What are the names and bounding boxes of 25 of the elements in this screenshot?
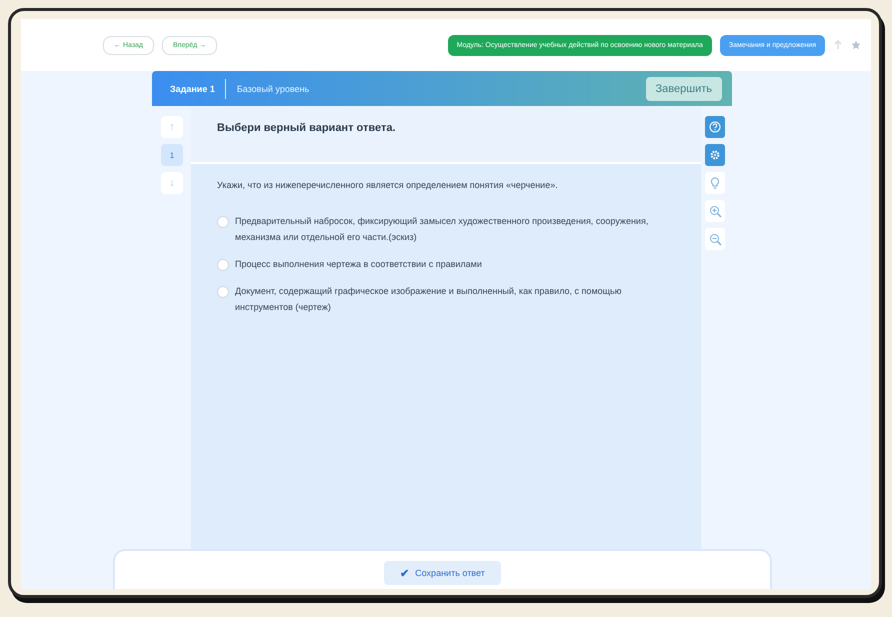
answer-option[interactable]: Процесс выполнения чертежа в соответствии с правилами [235, 256, 482, 272]
tool-button[interactable] [705, 172, 725, 194]
tool-button[interactable] [705, 144, 725, 166]
help-icon [709, 121, 721, 133]
finish-button[interactable]: Завершить [646, 76, 722, 100]
question-number[interactable]: 1 [161, 144, 183, 166]
star-icon[interactable] [851, 40, 861, 50]
zoom-out-icon [708, 232, 722, 246]
answer-option[interactable]: Документ, содержащий графическое изображение и выполненный, как правило, с помощью инструментов (чертеж) [235, 283, 675, 315]
question-prompt: Укажи, что из нижеперечисленного является определением понятия «черчение». [217, 180, 559, 190]
save-answer-button[interactable]: ✔ Сохранить ответ [384, 561, 501, 585]
up-arrow-icon[interactable] [833, 40, 843, 50]
gear-icon [710, 150, 720, 160]
task-number: Задание 1 [170, 78, 226, 98]
radio-button[interactable] [217, 216, 229, 228]
question-title: Выбери верный вариант ответа. [191, 106, 701, 164]
tool-button[interactable] [705, 200, 725, 222]
answer-option[interactable]: Предварительный набросок, фиксирующий замысел художественного произведения, сооружения, механизма или отдельной его части.(эскиз) [235, 213, 675, 245]
radio-button[interactable] [217, 286, 229, 298]
tool-button[interactable] [705, 116, 725, 138]
zoom-in-icon [708, 204, 722, 218]
task-level: Базовый уровень [236, 84, 310, 94]
radio-button[interactable] [217, 259, 229, 271]
tool-button[interactable] [705, 228, 725, 250]
lightbulb-icon [710, 176, 720, 190]
